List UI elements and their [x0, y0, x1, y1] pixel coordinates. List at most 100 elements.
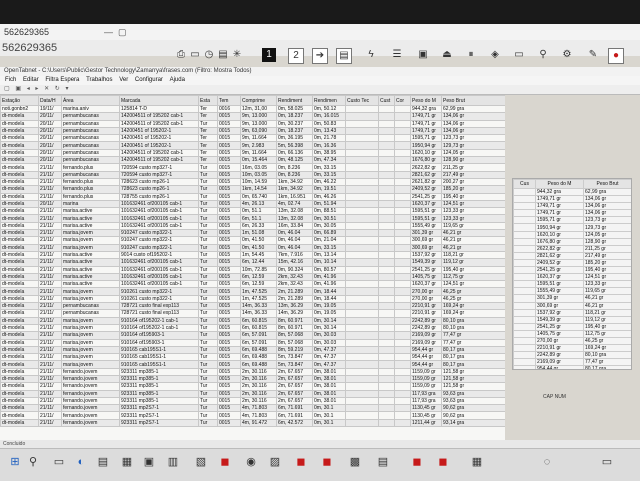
table-row[interactable]: dt-modela 21/11/pernambucanas 728721 custo…	[0, 301, 505, 311]
table-row[interactable]: dt-modela 21/11/marisa.active 101632461 of…	[0, 258, 505, 267]
table-row[interactable]: dt-modela 21/11/pernambucanas 720594 custo…	[0, 170, 505, 179]
jobs-table-container[interactable]: Estação Data/H Área Marcada Esta Tem Comprime R…	[0, 95, 505, 440]
minimize-icon[interactable]: —	[104, 27, 113, 37]
back-icon[interactable]: ◂	[27, 86, 30, 92]
table-row[interactable]: dt-modela 21/11/marisa.active 101632461 of…	[0, 214, 505, 223]
star-icon[interactable]: ✳	[230, 48, 244, 62]
side-table-row[interactable]: 1749,71 gr 134,06 gr	[513, 202, 631, 211]
table-row[interactable]: dt-modela 21/11/fernando.jovem 923311 mp2S…	[0, 411, 505, 420]
table-row[interactable]: dt-modela 21/11/marisa.active 101632461 of…	[0, 221, 505, 231]
box-icon[interactable]: ▣	[416, 48, 430, 62]
restore-icon[interactable]: ▢	[118, 27, 127, 38]
task-view-icon[interactable]: ▭	[52, 455, 66, 469]
table-row[interactable]: dt-modela 21/11/marisa.jovem 910261 custo …	[0, 294, 505, 304]
menu-item-configurar[interactable]: Configurar	[135, 77, 163, 83]
chat-icon[interactable]: ▭	[512, 48, 526, 62]
table-row[interactable]: dt-modela 21/11/marisa.jovem 910165 cab195…	[0, 360, 505, 369]
app-icon-7[interactable]: ◼	[294, 455, 308, 469]
table-row[interactable]: dt-modela 21/11/fernando.plus 720594 custo…	[0, 163, 505, 172]
clock-icon[interactable]: ◷	[202, 48, 216, 62]
table-row[interactable]: dt-modela 21/11/marisa.jovem 910164 of1959…	[0, 331, 505, 340]
table-row[interactable]: dt-modela 20/11/pernambucanas 142004511 of…	[0, 119, 505, 128]
table-row[interactable]: dt-modela 21/11/marisa.active 101632461 of…	[0, 280, 505, 289]
side-table-row[interactable]: 1676,80 gr 128,90 gr	[513, 237, 631, 246]
refresh-icon[interactable]: ↻	[55, 86, 60, 92]
table-row[interactable]: dt-modela 21/11/fernando.jovem 923311 mp2S…	[0, 418, 505, 428]
lightning-icon[interactable]: ϟ	[364, 48, 378, 62]
search-icon[interactable]: ⚲	[26, 455, 40, 469]
side-table-row[interactable]: 1950,94 gr 129,73 gr	[513, 223, 631, 232]
table-row[interactable]: dt-modela 21/11/fernando.jovem 923311 mp38…	[0, 367, 505, 377]
forward-icon[interactable]: ➔	[312, 48, 328, 64]
side-table-row[interactable]: 1595,51 gr 123,33 gr	[513, 280, 631, 289]
table-row[interactable]: dt-modela 20/11/pernambucanas 142004511 of…	[0, 156, 505, 165]
side-table-row[interactable]: 1620,37 gr 124,51 gr	[513, 273, 631, 282]
menu-item-trabalhos[interactable]: Trabalhos	[86, 77, 112, 83]
side-table-row[interactable]: 270,00 gr 46,25 gr	[513, 336, 631, 346]
menu-item-ajuda[interactable]: Ajuda	[170, 77, 185, 83]
table-row[interactable]: dt-modela 21/11/marisa.active 9014 custo o…	[0, 250, 505, 260]
side-table-row[interactable]: 1595,71 gr 123,73 gr	[513, 216, 631, 225]
document-icon[interactable]: ▤	[336, 48, 352, 64]
table-row[interactable]: dt-modela 20/11/pernambucanas 142004511 of…	[0, 112, 505, 121]
page-1-button[interactable]: 1	[262, 48, 276, 62]
table-row[interactable]: dt-modela 21/11/fernando.plus 728623 custo…	[0, 177, 505, 187]
list-icon[interactable]: ☰	[390, 48, 404, 62]
table-row[interactable]: dt-modela 20/11/pernambucanas 14200451 of …	[0, 141, 505, 150]
table-row[interactable]: dt-modela 21/11/pernambucanas 728721 custo…	[0, 309, 505, 318]
table-row[interactable]: dt-modela 21/11/fernando.jovem 923311 mp2S…	[0, 404, 505, 413]
side-table-row[interactable]: 1749,71 gr 134,06 gr	[513, 209, 631, 218]
app-icon-3[interactable]: ▧	[194, 455, 208, 469]
app-icon-9[interactable]: ▩	[348, 455, 362, 469]
menu-item-filtra-espera[interactable]: Filtra Espera	[45, 77, 79, 83]
table-row[interactable]: dt-modela 21/11/marisa.jovem 910164 of1959…	[0, 338, 505, 347]
table-row[interactable]: dt-modela 21/11/marisa.jovem 910247 custo …	[0, 229, 505, 238]
app-icon-5[interactable]: ◉	[244, 455, 258, 469]
table-row[interactable]: dt-modela 21/11/marisa.jovem 910164 of1952…	[0, 316, 505, 325]
app-icon-10[interactable]: ▤	[376, 455, 390, 469]
next-icon[interactable]: ▸	[35, 86, 38, 92]
print-icon[interactable]: ⎙	[174, 48, 188, 62]
tag-icon[interactable]: ◈	[488, 48, 502, 62]
table-row[interactable]: dt-modela 21/11/fernando.plus 728623 custo…	[0, 185, 505, 194]
app-icon-11[interactable]: ◼	[410, 455, 424, 469]
edge-icon[interactable]: ◐	[74, 455, 88, 469]
table-row[interactable]: dt-modela 21/11/marisa.active 101632461 of…	[0, 265, 505, 274]
table-row[interactable]: noti.gonbn2 19/11/marina.aniv 125814 T-D Te…	[0, 104, 505, 114]
side-table-row[interactable]: 1549,39 gr 119,12 gr	[513, 315, 631, 324]
side-table-row[interactable]: 2541,25 gr 195,40 gr	[513, 266, 631, 275]
menu-item-ver[interactable]: Ver	[119, 77, 128, 83]
side-table-row[interactable]: 300,69 gr 46,21 gr	[513, 301, 631, 310]
link-icon[interactable]: ⚲	[536, 48, 550, 62]
delete-icon[interactable]: ✕	[44, 86, 49, 92]
app-icon-8[interactable]: ◼	[320, 455, 334, 469]
notification-icon[interactable]: ▭	[600, 455, 614, 469]
windows-start-icon[interactable]: ⊞	[8, 455, 22, 469]
table-row[interactable]: dt-modela 21/11/marisa.active 101632461 of…	[0, 207, 505, 216]
side-table-row[interactable]: 944,32 gra 62,99 gra	[513, 187, 631, 197]
table-row[interactable]: dt-modela 21/11/fernando.jovem 923311 mp38…	[0, 382, 505, 391]
table-row[interactable]: dt-modela 21/11/marisa.jovem 910261 custo …	[0, 287, 505, 296]
table-row[interactable]: dt-modela 21/11/fernando.jovem 923311 mp38…	[0, 374, 505, 384]
store-icon[interactable]: ▦	[120, 455, 134, 469]
table-row[interactable]: dt-modela 20/11/pernambucanas 14200451 of …	[0, 126, 505, 136]
side-table-row[interactable]: 2541,25 gr 195,40 gr	[513, 322, 631, 331]
menu-item-fich[interactable]: Fich	[5, 77, 16, 83]
screen-icon[interactable]: ▭	[188, 48, 202, 62]
record-icon[interactable]: ●	[608, 48, 624, 64]
edit-icon[interactable]: ✎	[586, 48, 600, 62]
save-icon[interactable]: ▣	[15, 86, 21, 92]
menu-item-editar[interactable]: Editar	[23, 77, 39, 83]
table-row[interactable]: dt-modela 21/11/fernando.jovem 923311 mp38…	[0, 396, 505, 406]
table-row[interactable]: dt-modela 21/11/marisa.jovem 910165 cab195…	[0, 345, 505, 355]
side-table-row[interactable]: 2409,52 gr 185,20 gr	[513, 258, 631, 268]
app-icon-1[interactable]: ▣	[142, 455, 156, 469]
table-row[interactable]: dt-modela 21/11/fernando.jovem 923311 mp38…	[0, 389, 505, 398]
filter-icon[interactable]: ▾	[65, 86, 68, 92]
settings-icon[interactable]: ⚙	[560, 48, 574, 62]
table-row[interactable]: dt-modela 21/11/marisa.jovem 910164 of1952…	[0, 323, 505, 333]
side-table-row[interactable]: 1620,10 gr 124,05 gr	[513, 230, 631, 239]
side-table-row[interactable]: 2821,62 gr 217,49 gr	[513, 251, 631, 260]
table-row[interactable]: dt-modela 21/11/marisa.jovem 910247 custo …	[0, 236, 505, 245]
app-icon-2[interactable]: ▥	[166, 455, 180, 469]
